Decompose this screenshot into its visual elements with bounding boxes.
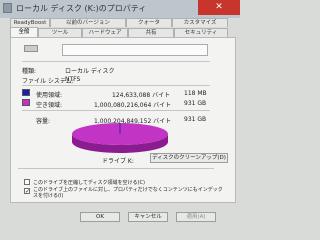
capacity-label: 容量: — [36, 118, 51, 125]
tab-customize[interactable]: カスタマイズ — [172, 18, 228, 27]
compress-checkbox[interactable] — [24, 179, 30, 185]
window-title: ローカル ディスク (K:)のプロパティ — [16, 4, 147, 13]
divider — [22, 110, 210, 111]
tab-hardware[interactable]: ハードウェア — [82, 28, 128, 37]
close-button[interactable]: ✕ — [198, 0, 240, 15]
type-label: 種類: — [22, 68, 37, 75]
drive-icon — [24, 45, 38, 52]
tab-tools[interactable]: ツール — [38, 28, 82, 37]
drive-letter-label: ドライブ K: — [102, 158, 134, 165]
free-label: 空き領域: — [36, 102, 63, 109]
index-label: このドライブ上のファイルに対し、プロパティだけでなくコンテンツにもインデックスを… — [33, 187, 223, 199]
free-size: 931 GB — [184, 100, 207, 107]
cancel-button[interactable]: キャンセル — [128, 212, 168, 222]
used-label: 使用領域: — [36, 92, 63, 99]
used-bytes: 124,633,088 バイト — [112, 92, 171, 99]
divider — [22, 61, 210, 62]
free-color-swatch — [22, 99, 30, 106]
used-color-swatch — [22, 89, 30, 96]
compress-label: このドライブを圧縮してディスク領域を空ける(C) — [33, 180, 145, 186]
index-checkbox[interactable]: ✓ — [24, 188, 30, 195]
used-size: 118 MB — [184, 90, 207, 97]
tab-quota[interactable]: クォータ — [126, 18, 172, 27]
tab-security[interactable]: セキュリティ — [174, 28, 228, 37]
apply-button[interactable]: 適用(A) — [176, 212, 216, 222]
tab-previous-versions[interactable]: 以前のバージョン — [50, 18, 126, 27]
type-value: ローカル ディスク — [65, 68, 115, 75]
tab-readyboost[interactable]: ReadyBoost — [10, 18, 50, 27]
capacity-size: 931 GB — [184, 116, 207, 123]
tab-sharing[interactable]: 共有 — [128, 28, 174, 37]
free-bytes: 1,000,080,216,064 バイト — [94, 102, 172, 109]
divider — [18, 168, 214, 169]
divider — [22, 85, 210, 86]
drive-icon — [3, 3, 12, 13]
disk-cleanup-button[interactable]: ディスクのクリーンアップ(D) — [150, 153, 228, 163]
ok-button[interactable]: OK — [80, 212, 120, 222]
disk-usage-pie — [72, 123, 168, 153]
filesystem-value: NTFS — [65, 76, 81, 83]
drive-name-input[interactable] — [62, 44, 208, 56]
